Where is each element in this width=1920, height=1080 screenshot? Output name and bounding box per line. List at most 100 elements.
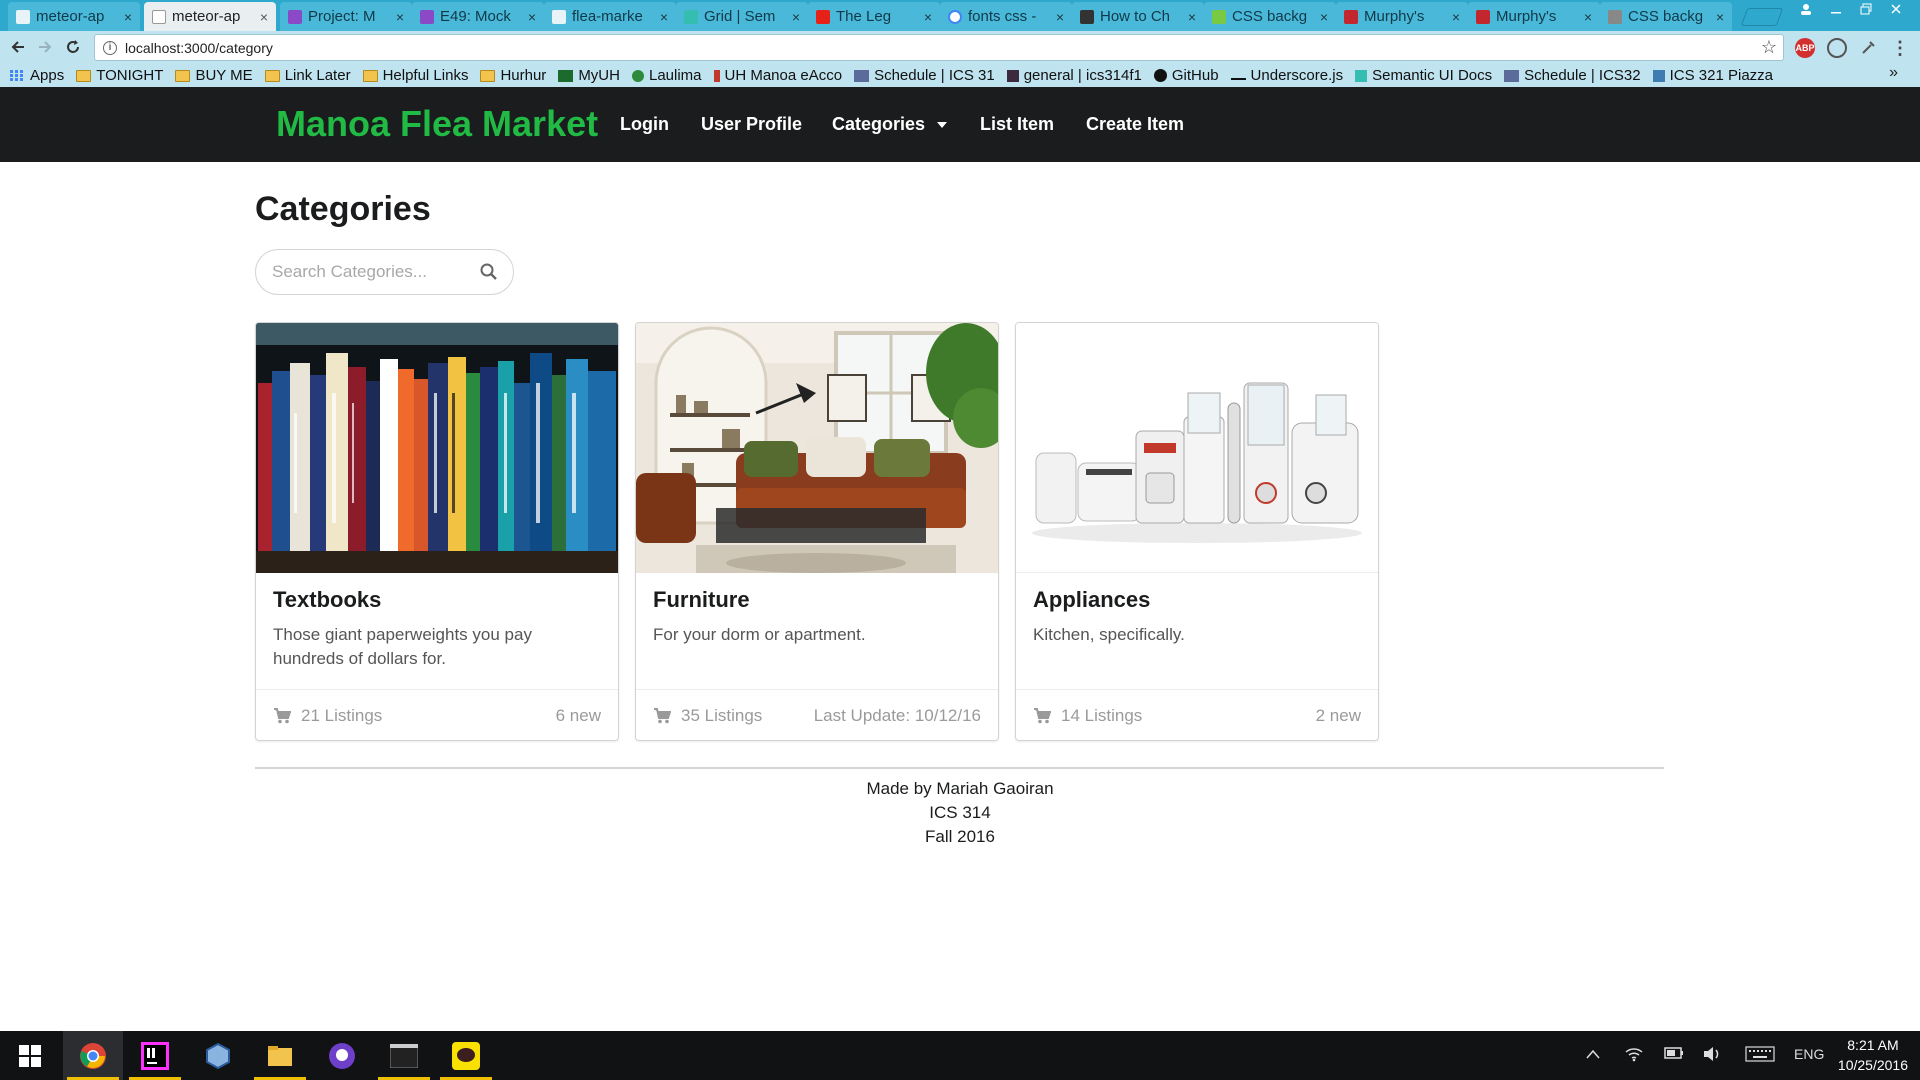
category-card-furniture[interactable]: Furniture For your dorm or apartment. 35… (635, 322, 999, 741)
minimize-button[interactable] (1822, 0, 1850, 18)
card-title[interactable]: Furniture (653, 587, 750, 613)
kakaotalk-icon[interactable] (436, 1031, 496, 1080)
github-icon (1153, 69, 1167, 82)
nav-create-item[interactable]: Create Item (1086, 114, 1184, 135)
browser-tab-strip: meteor-ap × meteor-ap × Project: M × E49… (0, 0, 1920, 31)
close-icon[interactable]: × (124, 9, 132, 25)
close-icon[interactable]: × (660, 9, 668, 25)
close-icon[interactable]: × (924, 9, 932, 25)
extension-icon[interactable] (1827, 38, 1847, 58)
browser-tab[interactable]: CSS backg × (1600, 2, 1732, 31)
restore-button[interactable] (1852, 0, 1880, 18)
nav-list-item[interactable]: List Item (980, 114, 1054, 135)
browser-tab[interactable]: flea-marke × (544, 2, 676, 31)
browser-tab[interactable]: Murphy's × (1468, 2, 1600, 31)
card-title[interactable]: Appliances (1033, 587, 1150, 613)
bookmark-link[interactable]: Underscore.js (1230, 67, 1343, 84)
browser-tab[interactable]: meteor-ap × (8, 2, 140, 31)
bookmark-link[interactable]: MyUH (558, 67, 620, 84)
nav-user-profile[interactable]: User Profile (701, 114, 802, 135)
eyedropper-extension-icon[interactable] (1858, 38, 1878, 58)
more-bookmarks-button[interactable]: » (1889, 64, 1898, 82)
github-desktop-icon[interactable] (312, 1031, 372, 1080)
bookmark-folder[interactable]: Helpful Links (362, 67, 468, 84)
close-window-button[interactable] (1882, 0, 1910, 18)
bookmark-link[interactable]: UH Manoa eAcco (713, 67, 842, 84)
language-indicator[interactable]: ENG (1794, 1046, 1824, 1062)
bookmark-link[interactable]: general | ics314f1 (1006, 67, 1142, 84)
footer-author: Made by Mariah Gaoiran (866, 779, 1054, 798)
page-icon (16, 9, 30, 24)
battery-icon[interactable] (1664, 1046, 1684, 1062)
close-icon[interactable]: × (260, 9, 268, 25)
nav-categories-dropdown[interactable]: Categories (832, 114, 948, 135)
bookmark-label: Hurhur (500, 67, 547, 84)
virtualbox-icon[interactable] (188, 1031, 248, 1080)
bookmark-link[interactable]: Schedule | ICS32 (1504, 67, 1641, 84)
adblock-extension-icon[interactable]: ABP (1795, 38, 1815, 58)
browser-tab[interactable]: Murphy's × (1336, 2, 1468, 31)
nav-login[interactable]: Login (620, 114, 669, 135)
new-tab-button[interactable] (1740, 8, 1784, 26)
network-icon[interactable] (1625, 1046, 1643, 1065)
bookmark-apps[interactable]: Apps (10, 67, 64, 84)
menu-icon[interactable]: ⋮ (1890, 38, 1910, 58)
close-icon[interactable]: × (1452, 9, 1460, 25)
slack-icon (1006, 69, 1019, 82)
windows-start-icon[interactable] (0, 1031, 60, 1080)
bookmark-link[interactable]: Schedule | ICS 31 (854, 67, 995, 84)
textbooks-image (256, 323, 618, 573)
brand-logo[interactable]: Manoa Flea Market (276, 103, 598, 145)
url-text: localhost:3000/category (125, 39, 273, 56)
bookmark-folder[interactable]: BUY ME (175, 67, 253, 84)
close-icon[interactable]: × (1056, 9, 1064, 25)
show-hidden-icons-icon[interactable] (1586, 1046, 1600, 1062)
close-icon[interactable]: × (1320, 9, 1328, 25)
category-card-textbooks[interactable]: Textbooks Those giant paperweights you p… (255, 322, 619, 741)
bookmark-link[interactable]: Laulima (631, 67, 702, 84)
category-card-appliances[interactable]: Appliances Kitchen, specifically. 14 Lis… (1015, 322, 1379, 741)
address-bar[interactable]: i localhost:3000/category ☆ (94, 34, 1784, 61)
close-icon[interactable]: × (792, 9, 800, 25)
browser-tab[interactable]: The Leg × (808, 2, 940, 31)
category-search (255, 249, 514, 295)
system-clock[interactable]: 8:21 AM 10/25/2016 (1838, 1035, 1908, 1075)
card-description: Those giant paperweights you pay hundred… (273, 625, 532, 668)
volume-icon[interactable] (1702, 1046, 1722, 1065)
close-icon[interactable]: × (1716, 9, 1724, 25)
close-icon[interactable]: × (396, 9, 404, 25)
close-icon[interactable]: × (1188, 9, 1196, 25)
file-explorer-icon[interactable] (250, 1031, 310, 1080)
close-icon[interactable]: × (528, 9, 536, 25)
bookmark-link[interactable]: ICS 321 Piazza (1652, 67, 1773, 84)
bookmark-folder[interactable]: TONIGHT (76, 67, 163, 84)
browser-tab[interactable]: Grid | Sem × (676, 2, 808, 31)
bookmark-link[interactable]: Semantic UI Docs (1355, 67, 1492, 84)
close-icon[interactable]: × (1584, 9, 1592, 25)
browser-tab[interactable]: How to Ch × (1072, 2, 1204, 31)
browser-tab[interactable]: CSS backg × (1204, 2, 1336, 31)
profile-icon[interactable] (1792, 0, 1820, 18)
bookmark-folder[interactable]: Hurhur (480, 67, 546, 84)
info-icon[interactable]: i (103, 40, 117, 55)
tab-title: CSS backg (1628, 8, 1704, 25)
reload-button[interactable] (61, 36, 85, 58)
card-footer: 14 Listings 2 new (1016, 689, 1378, 740)
browser-tab[interactable]: fonts css - × (940, 2, 1072, 31)
search-input[interactable] (272, 262, 472, 282)
search-icon[interactable] (479, 262, 499, 282)
bookmark-label: Schedule | ICS32 (1524, 67, 1641, 84)
forward-button[interactable] (33, 36, 57, 58)
chrome-icon[interactable] (63, 1031, 123, 1080)
browser-tab[interactable]: Project: M × (280, 2, 412, 31)
browser-tab-active[interactable]: meteor-ap × (144, 2, 276, 31)
bookmark-star-icon[interactable]: ☆ (1761, 37, 1777, 58)
terminal-icon[interactable] (374, 1031, 434, 1080)
browser-tab[interactable]: E49: Mock × (412, 2, 544, 31)
card-title[interactable]: Textbooks (273, 587, 381, 613)
bookmark-folder[interactable]: Link Later (264, 67, 351, 84)
bookmark-link[interactable]: GitHub (1153, 67, 1219, 84)
keyboard-icon[interactable] (1745, 1046, 1775, 1065)
back-button[interactable] (6, 36, 30, 58)
intellij-icon[interactable] (125, 1031, 185, 1080)
